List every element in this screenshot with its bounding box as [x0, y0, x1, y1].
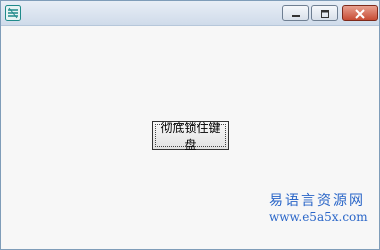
minimize-icon: [290, 4, 302, 23]
title-bar[interactable]: [1, 1, 379, 26]
lock-keyboard-button[interactable]: 彻底锁住键盘: [152, 121, 229, 152]
maximize-icon: [319, 4, 331, 23]
app-window: 彻底锁住键盘 易语言资源网 www.e5a5x.com: [0, 0, 380, 250]
minimize-button[interactable]: [282, 5, 309, 21]
watermark-site-name: 易语言资源网: [269, 193, 365, 209]
close-icon: [354, 4, 366, 23]
close-button[interactable]: [342, 5, 378, 21]
button-label: 彻底锁住键盘: [155, 121, 226, 152]
app-logo-icon[interactable]: [5, 5, 21, 21]
maximize-button[interactable]: [311, 5, 338, 21]
watermark-url: www.e5a5x.com: [269, 210, 368, 224]
